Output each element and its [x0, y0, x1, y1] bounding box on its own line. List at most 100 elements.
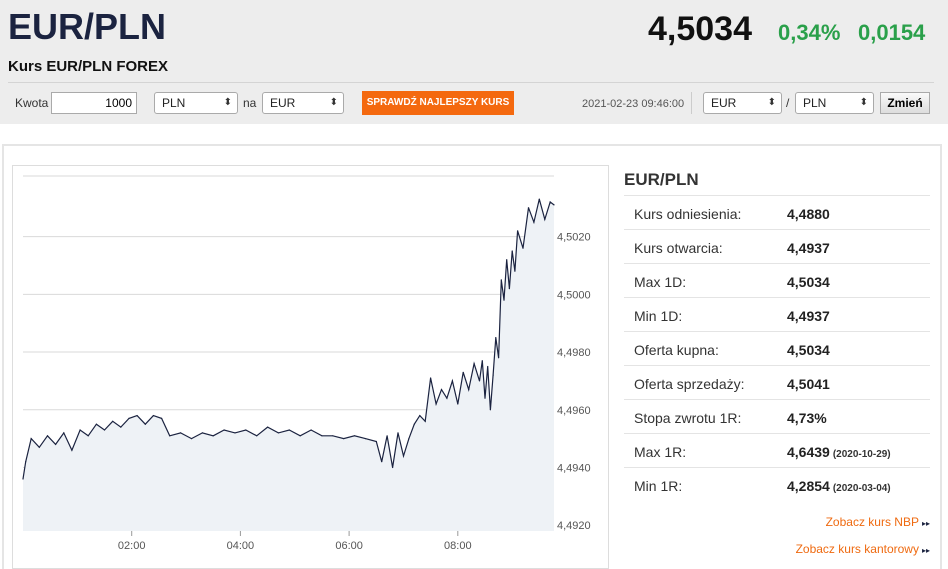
- chevron-updown-icon: ⬍: [859, 97, 868, 108]
- chart-data-point: [136, 415, 138, 417]
- chart-data-point: [161, 417, 163, 419]
- stat-value-text: 4,4937: [787, 240, 830, 256]
- chart-data-point: [408, 438, 410, 440]
- chart-data-point: [487, 365, 489, 368]
- chart-data-point: [495, 337, 497, 339]
- stat-row: Min 1D: 4,4937: [624, 297, 930, 331]
- chart-data-point: [503, 299, 505, 301]
- quote-timestamp: 2021-02-23 09:46:00: [582, 98, 685, 110]
- exchange-office-link-label: Zobacz kurs kantorowy: [795, 542, 919, 556]
- stat-value: 4,5034: [787, 342, 830, 358]
- pair-base-select[interactable]: EUR ⬍: [703, 92, 782, 114]
- chart-data-point: [25, 461, 27, 463]
- pair-quote-select[interactable]: PLN ⬍: [795, 92, 874, 114]
- chart-data-point: [473, 363, 475, 365]
- to-currency-value: EUR: [270, 96, 296, 110]
- chart-data-point: [343, 438, 345, 440]
- chart-data-point: [492, 374, 494, 376]
- y-tick-label: 4,4920: [557, 520, 591, 532]
- stat-value-text: 4,5034: [787, 342, 830, 358]
- chart-data-point: [22, 478, 24, 480]
- stat-label: Min 1R:: [634, 478, 683, 494]
- chart-data-point: [533, 221, 535, 223]
- stat-label: Max 1R:: [634, 444, 687, 460]
- chart-data-point: [419, 415, 421, 417]
- chart-data-point: [223, 429, 225, 431]
- x-tick-label: 08:00: [444, 540, 472, 552]
- toolbar-separator: [691, 92, 692, 114]
- chart-data-point: [478, 380, 481, 382]
- stat-value: 4,4937: [787, 240, 830, 256]
- converter-bar: Kwota PLN ⬍ na EUR ⬍ SPRAWDŹ NAJLEPSZY K…: [0, 86, 948, 120]
- chart-data-point: [397, 432, 399, 434]
- chart-data-point: [169, 435, 171, 437]
- stat-row: Stopa zwrotu 1R: 4,73%: [624, 399, 930, 433]
- chart-data-point: [71, 449, 73, 451]
- stat-value-text: 4,5041: [787, 376, 830, 392]
- amount-input[interactable]: [51, 92, 137, 114]
- chart-data-point: [190, 438, 193, 440]
- pair-title: EUR/PLN: [8, 6, 167, 47]
- change-pair-button[interactable]: Zmień: [880, 92, 930, 114]
- stat-value-text: 4,73%: [787, 410, 827, 426]
- chart-data-point: [310, 429, 312, 431]
- y-tick-label: 4,5020: [557, 232, 591, 244]
- chart-data-point: [30, 438, 32, 440]
- change-absolute: 0,0154: [858, 20, 926, 45]
- exchange-office-rate-link[interactable]: Zobacz kurs kantorowy ▸▸: [796, 542, 930, 556]
- chart-data-point: [128, 417, 130, 419]
- stat-value: 4,4937: [787, 308, 830, 324]
- chart-data-point: [500, 279, 502, 281]
- chart-data-point: [364, 438, 366, 440]
- chart-data-point: [413, 423, 415, 425]
- chart-data-point: [446, 397, 448, 399]
- chart-data-point: [95, 423, 97, 425]
- y-tick-label: 4,5000: [557, 289, 591, 301]
- best-rate-button[interactable]: SPRAWDŹ NAJLEPSZY KURS: [362, 91, 514, 115]
- x-tick-label: 04:00: [227, 540, 255, 552]
- to-currency-select[interactable]: EUR ⬍: [262, 92, 344, 114]
- to-label: na: [243, 96, 257, 110]
- chart-data-point: [527, 207, 530, 209]
- stat-label: Kurs odniesienia:: [634, 206, 742, 222]
- stat-label: Oferta sprzedaży:: [634, 376, 745, 392]
- chart-data-point: [201, 432, 203, 434]
- stat-row: Min 1R: 4,2854 (2020-03-04): [624, 467, 930, 501]
- chart-data-point: [549, 201, 551, 203]
- chart-data-point: [489, 409, 491, 411]
- stat-label: Stopa zwrotu 1R:: [634, 410, 742, 426]
- from-currency-select[interactable]: PLN ⬍: [154, 92, 238, 114]
- chart-data-point: [245, 429, 247, 431]
- stat-value: 4,4880: [787, 206, 830, 222]
- nbp-rate-link-label: Zobacz kurs NBP: [825, 515, 919, 529]
- nbp-rate-link[interactable]: Zobacz kurs NBP ▸▸: [826, 515, 930, 529]
- chart-data-point: [457, 403, 459, 405]
- stat-label: Kurs otwarcia:: [634, 240, 723, 256]
- chart-data-point: [506, 259, 508, 261]
- stat-row: Kurs odniesienia: 4,4880: [624, 195, 930, 229]
- stat-row: Oferta kupna: 4,5034: [624, 331, 930, 365]
- stat-row: Max 1R: 4,6439 (2020-10-29): [624, 433, 930, 467]
- chart-data-point: [498, 357, 500, 359]
- chart-data-point: [517, 230, 519, 232]
- chart-data-point: [234, 432, 236, 434]
- x-tick-label: 02:00: [118, 540, 146, 552]
- chart-data-point: [288, 429, 290, 431]
- chart-data-point: [299, 435, 301, 437]
- chart-data-point: [321, 435, 323, 437]
- chart-data-point: [120, 426, 122, 428]
- stat-date: (2020-03-04): [832, 483, 891, 494]
- chart-data-point: [63, 432, 65, 434]
- chevron-updown-icon: ⬍: [767, 97, 776, 108]
- chart-data-point: [451, 380, 453, 382]
- pair-base-value: EUR: [711, 96, 737, 110]
- chart-data-point: [424, 420, 426, 422]
- chart-data-point: [277, 432, 279, 434]
- stat-row: Max 1D: 4,5034: [624, 263, 930, 297]
- quote-header: EUR/PLN Kurs EUR/PLN FOREX 4,5034 0,34% …: [0, 0, 948, 124]
- pair-quote-value: PLN: [803, 96, 827, 110]
- chart-data-point: [553, 204, 555, 206]
- chart-data-point: [180, 432, 182, 434]
- stat-value: 4,2854 (2020-03-04): [787, 478, 891, 494]
- y-tick-label: 4,4980: [557, 347, 591, 359]
